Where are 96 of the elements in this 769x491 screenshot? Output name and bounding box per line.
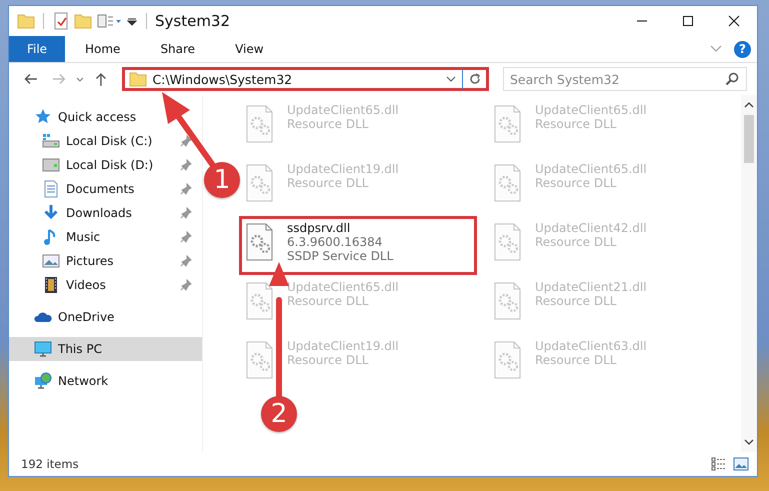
- file-detail: Resource DLL: [535, 294, 618, 308]
- sidebar-label: Pictures: [66, 254, 115, 268]
- file-menu-tab[interactable]: File: [9, 36, 65, 62]
- large-icons-view-icon[interactable]: [733, 457, 749, 471]
- close-icon: [728, 15, 740, 27]
- file-detail: 6.3.9600.16384: [287, 235, 384, 249]
- search-icon[interactable]: [725, 72, 739, 86]
- sidebar-label: Downloads: [66, 206, 133, 220]
- file-detail: Resource DLL: [535, 176, 618, 190]
- file-name: UpdateClient65.dll: [535, 162, 647, 176]
- scrollbar-thumb[interactable]: [744, 115, 754, 163]
- refresh-icon[interactable]: [468, 72, 482, 86]
- file-name: ssdpsrv.dll: [287, 221, 352, 235]
- sidebar-label: Music: [66, 230, 102, 244]
- ribbon-tab[interactable]: Home: [69, 36, 136, 62]
- pin-icon[interactable]: [180, 135, 192, 147]
- monitor-icon: [34, 340, 52, 358]
- ribbon-tab[interactable]: View: [219, 36, 280, 62]
- gear-file-icon: [493, 223, 523, 261]
- maximize-icon: [682, 15, 694, 27]
- drive-icon: [42, 132, 60, 150]
- file-name: UpdateClient65.dll: [287, 280, 399, 294]
- item-count: 192 items: [21, 457, 79, 471]
- folder-icon: [129, 70, 148, 88]
- sidebar-item[interactable]: Local Disk (C:): [9, 129, 202, 153]
- file-detail: Resource DLL: [287, 117, 370, 131]
- gear-file-icon: [245, 105, 275, 143]
- gear-file-icon: [493, 341, 523, 379]
- file-name: UpdateClient19.dll: [287, 339, 399, 353]
- sidebar-item[interactable]: Documents: [9, 177, 202, 201]
- file-detail: Resource DLL: [535, 235, 618, 249]
- sidebar-item[interactable]: Music: [9, 225, 202, 249]
- pin-icon[interactable]: [180, 231, 192, 243]
- pin-icon[interactable]: [180, 207, 192, 219]
- gear-file-icon: [245, 282, 275, 320]
- sidebar-item[interactable]: OneDrive: [9, 305, 202, 329]
- expand-ribbon-icon[interactable]: [710, 44, 722, 54]
- network-icon: [34, 372, 52, 390]
- sidebar-item[interactable]: Videos: [9, 273, 202, 297]
- pin-icon[interactable]: [180, 183, 192, 195]
- scrollbar[interactable]: [741, 95, 757, 452]
- sidebar-label: Network: [58, 374, 110, 388]
- sidebar-item[interactable]: Quick access: [9, 105, 202, 129]
- sidebar-label: Quick access: [58, 110, 138, 124]
- pin-icon[interactable]: [180, 279, 192, 291]
- sidebar-item[interactable]: This PC: [9, 337, 202, 361]
- gear-file-icon: [245, 164, 275, 202]
- film-icon: [42, 276, 60, 294]
- window-title: System32: [155, 12, 230, 30]
- picture-icon: [42, 252, 60, 270]
- sidebar-label: Videos: [66, 278, 107, 292]
- pin-icon[interactable]: [180, 159, 192, 171]
- gear-file-icon: [493, 105, 523, 143]
- drive-icon: [42, 156, 60, 174]
- file-name: UpdateClient19.dll: [287, 162, 399, 176]
- new-folder-icon[interactable]: [74, 12, 92, 30]
- gear-file-icon: [493, 164, 523, 202]
- details-view-icon[interactable]: [711, 457, 727, 471]
- sidebar-label: Documents: [66, 182, 136, 196]
- sidebar-label: Local Disk (C:): [66, 134, 154, 148]
- address-bar[interactable]: C:\Windows\System32: [122, 67, 489, 91]
- help-button[interactable]: ?: [734, 40, 751, 58]
- properties-icon[interactable]: [52, 12, 70, 30]
- folder-icon[interactable]: [17, 12, 35, 30]
- file-detail: Resource DLL: [287, 176, 370, 190]
- file-detail: Resource DLL: [535, 117, 618, 131]
- pin-icon[interactable]: [180, 255, 192, 267]
- scroll-down-icon[interactable]: [744, 438, 754, 446]
- sidebar-item[interactable]: Network: [9, 369, 202, 393]
- file-detail: SSDP Service DLL: [287, 249, 394, 263]
- file-name: UpdateClient21.dll: [535, 280, 647, 294]
- document-icon: [42, 180, 60, 198]
- sidebar-item[interactable]: Downloads: [9, 201, 202, 225]
- down-arrow-icon: [42, 204, 60, 222]
- file-detail: Resource DLL: [287, 294, 370, 308]
- scroll-up-icon[interactable]: [744, 101, 754, 109]
- address-path: C:\Windows\System32: [152, 72, 294, 86]
- file-item[interactable]: ssdpsrv.dll 6.3.9600.16384 SSDP Service DLL: [239, 216, 477, 275]
- ribbon-tab[interactable]: Share: [144, 36, 212, 62]
- sidebar-label: This PC: [58, 342, 103, 356]
- file-name: UpdateClient42.dll: [535, 221, 647, 235]
- star-icon: [34, 108, 52, 126]
- file-name: UpdateClient63.dll: [535, 339, 647, 353]
- file-name: UpdateClient65.dll: [287, 103, 399, 117]
- sidebar-item[interactable]: Local Disk (D:): [9, 153, 202, 177]
- back-arrow-icon[interactable]: [23, 71, 39, 87]
- search-field[interactable]: Search System32: [503, 67, 747, 91]
- sidebar-item[interactable]: Pictures: [9, 249, 202, 273]
- sidebar-label: Local Disk (D:): [66, 158, 154, 172]
- file-name: UpdateClient65.dll: [535, 103, 647, 117]
- sidebar-label: OneDrive: [58, 310, 116, 324]
- gear-file-icon: [493, 282, 523, 320]
- gear-file-icon: [245, 341, 275, 379]
- file-detail: Resource DLL: [287, 353, 370, 367]
- file-detail: Resource DLL: [535, 353, 618, 367]
- gear-file-icon: [245, 223, 275, 261]
